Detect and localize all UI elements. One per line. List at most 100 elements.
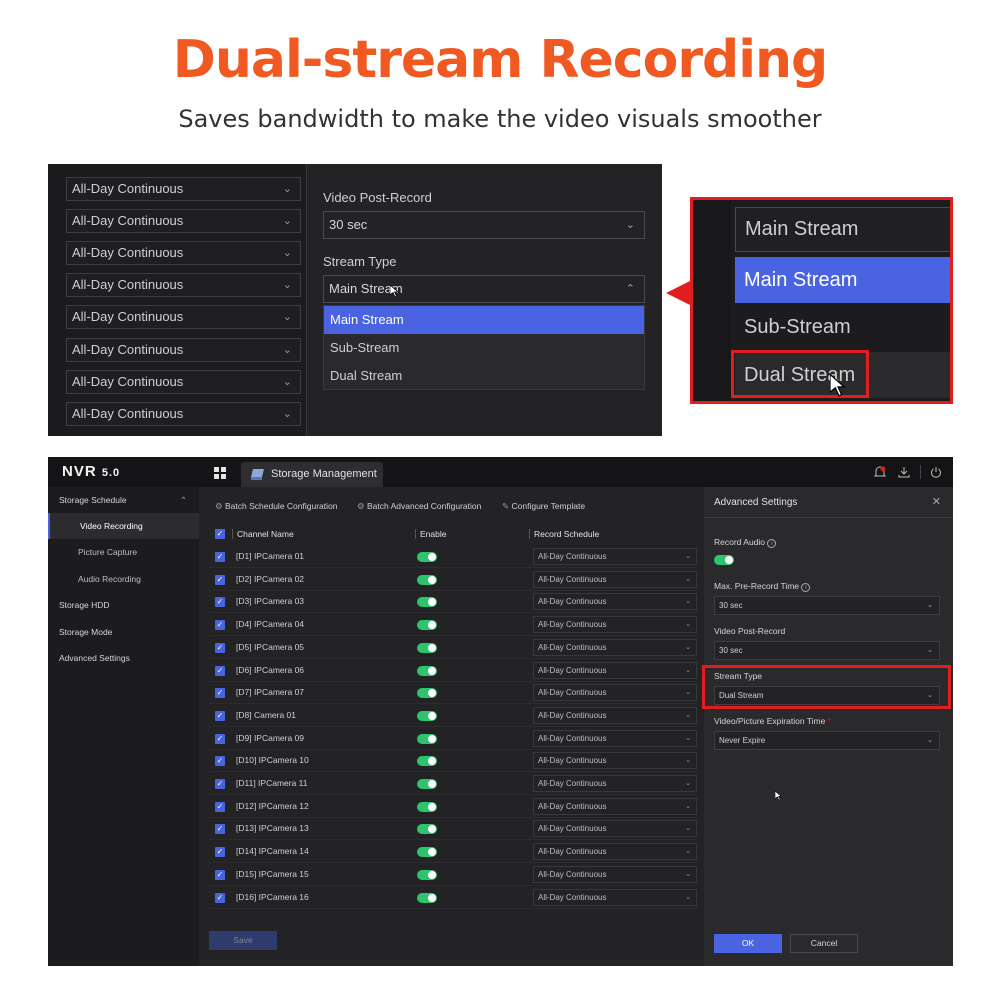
row-checkbox[interactable]: ✓ xyxy=(215,688,225,699)
schedule-select[interactable]: All-Day Continuous ⌄ xyxy=(66,305,301,329)
schedule-select[interactable]: All-Day Continuous ⌄ xyxy=(66,241,301,265)
download-icon[interactable] xyxy=(898,466,910,478)
chevron-down-icon: ⌄ xyxy=(685,711,691,719)
record-schedule-select[interactable]: All-Day Continuous ⌄ xyxy=(533,593,697,611)
option-dual-stream[interactable]: Dual Stream xyxy=(324,362,644,390)
record-audio-toggle[interactable] xyxy=(714,555,734,565)
schedule-select-value: All-Day Continuous xyxy=(72,181,184,196)
enable-toggle[interactable] xyxy=(417,756,437,767)
record-schedule-select[interactable]: All-Day Continuous ⌄ xyxy=(533,706,697,724)
select-all-checkbox[interactable]: ✓ xyxy=(215,529,225,539)
record-schedule-select[interactable]: All-Day Continuous ⌄ xyxy=(533,729,697,747)
enable-toggle[interactable] xyxy=(417,552,437,562)
row-checkbox[interactable]: ✓ xyxy=(215,597,225,608)
enable-toggle[interactable] xyxy=(417,574,437,585)
row-checkbox[interactable]: ✓ xyxy=(215,847,225,858)
row-checkbox[interactable]: ✓ xyxy=(215,756,225,767)
sidebar-item-storage-mode[interactable]: Storage Mode xyxy=(48,619,199,645)
option-main-stream[interactable]: Main Stream xyxy=(324,306,644,334)
enable-toggle[interactable] xyxy=(417,824,437,835)
row-checkbox[interactable]: ✓ xyxy=(215,779,225,789)
chevron-down-icon: ⌄ xyxy=(685,621,691,629)
post-record-value: 30 sec xyxy=(719,646,743,655)
sidebar-item-picture-capture[interactable]: Picture Capture xyxy=(48,539,199,565)
ok-button[interactable]: OK xyxy=(714,934,782,953)
cancel-button[interactable]: Cancel xyxy=(790,934,858,953)
batch-schedule-button[interactable]: ⚙ Batch Schedule Configuration xyxy=(215,501,337,512)
info-icon: i xyxy=(801,583,811,592)
record-schedule-select[interactable]: All-Day Continuous ⌄ xyxy=(533,820,697,838)
schedule-select[interactable]: All-Day Continuous ⌄ xyxy=(66,273,301,297)
row-checkbox[interactable]: ✓ xyxy=(215,552,225,562)
row-checkbox[interactable]: ✓ xyxy=(215,733,225,744)
record-schedule-select[interactable]: All-Day Continuous ⌄ xyxy=(533,775,697,792)
schedule-select[interactable]: All-Day Continuous ⌄ xyxy=(66,402,301,426)
record-schedule-select[interactable]: All-Day Continuous ⌄ xyxy=(533,548,697,565)
schedule-select-value: All-Day Continuous xyxy=(72,374,184,389)
row-checkbox[interactable]: ✓ xyxy=(215,824,225,835)
schedule-select[interactable]: All-Day Continuous ⌄ xyxy=(66,338,301,362)
enable-toggle[interactable] xyxy=(417,620,437,631)
record-schedule-value: All-Day Continuous xyxy=(538,574,607,584)
enable-toggle[interactable] xyxy=(417,642,437,653)
record-schedule-select[interactable]: All-Day Continuous ⌄ xyxy=(533,616,697,634)
row-checkbox[interactable]: ✓ xyxy=(215,665,225,676)
sidebar-item-audio-recording[interactable]: Audio Recording xyxy=(48,566,199,592)
max-pre-record-select[interactable]: 30 sec ⌄ xyxy=(714,596,940,615)
save-button[interactable]: Save xyxy=(209,931,277,950)
enable-toggle[interactable] xyxy=(417,779,437,789)
record-schedule-select[interactable]: All-Day Continuous ⌄ xyxy=(533,684,697,702)
record-schedule-select[interactable]: All-Day Continuous ⌄ xyxy=(533,843,697,861)
tab-storage-management[interactable]: Storage Management xyxy=(241,462,383,487)
enable-toggle[interactable] xyxy=(417,710,437,721)
row-checkbox[interactable]: ✓ xyxy=(215,710,225,721)
enable-toggle[interactable] xyxy=(417,847,437,858)
row-checkbox[interactable]: ✓ xyxy=(215,620,225,631)
zoom-select-box[interactable]: Main Stream xyxy=(735,207,950,252)
sidebar-item-video-recording[interactable]: Video Recording xyxy=(48,513,199,539)
enable-toggle[interactable] xyxy=(417,733,437,744)
enable-toggle[interactable] xyxy=(417,801,437,812)
record-schedule-select[interactable]: All-Day Continuous ⌄ xyxy=(533,570,697,588)
schedule-select[interactable]: All-Day Continuous ⌄ xyxy=(66,177,301,201)
chevron-down-icon: ⌄ xyxy=(685,643,691,651)
grid-menu-icon[interactable] xyxy=(214,467,226,479)
enable-toggle[interactable] xyxy=(417,665,437,676)
divider xyxy=(920,465,921,479)
record-schedule-select[interactable]: All-Day Continuous ⌄ xyxy=(533,661,697,679)
bell-icon[interactable] xyxy=(874,466,886,479)
expiration-select[interactable]: Never Expire ⌄ xyxy=(714,731,940,750)
option-sub-stream[interactable]: Sub-Stream xyxy=(324,334,644,362)
sidebar-item-advanced-settings[interactable]: Advanced Settings xyxy=(48,645,199,671)
row-checkbox[interactable]: ✓ xyxy=(215,892,225,903)
record-schedule-select[interactable]: All-Day Continuous ⌄ xyxy=(533,752,697,770)
enable-toggle[interactable] xyxy=(417,869,437,880)
row-checkbox[interactable]: ✓ xyxy=(215,869,225,880)
close-icon[interactable]: ✕ xyxy=(932,495,941,508)
row-checkbox[interactable]: ✓ xyxy=(215,574,225,585)
row-checkbox[interactable]: ✓ xyxy=(215,642,225,653)
sidebar-item-storage-hdd[interactable]: Storage HDD xyxy=(48,592,199,618)
logo-text: NVR xyxy=(62,463,97,480)
post-record-select[interactable]: 30 sec ⌄ xyxy=(323,211,645,239)
record-schedule-select[interactable]: All-Day Continuous ⌄ xyxy=(533,638,697,656)
zoom-option-sub-stream[interactable]: Sub-Stream xyxy=(735,304,950,350)
row-checkbox[interactable]: ✓ xyxy=(215,801,225,812)
post-record-select[interactable]: 30 sec ⌄ xyxy=(714,641,940,660)
power-icon[interactable] xyxy=(930,466,942,478)
record-schedule-select[interactable]: All-Day Continuous ⌄ xyxy=(533,888,697,906)
batch-advanced-button[interactable]: ⚙ Batch Advanced Configuration xyxy=(357,501,481,512)
table-row: ✓ [D1] IPCamera 01 All-Day Continuous ⌄ xyxy=(209,546,697,568)
configure-template-button[interactable]: ✎ Configure Template xyxy=(502,501,585,512)
enable-toggle[interactable] xyxy=(417,597,437,608)
stream-type-select[interactable]: Main Stream ⌃ xyxy=(323,275,645,303)
record-schedule-select[interactable]: All-Day Continuous ⌄ xyxy=(533,797,697,815)
enable-toggle[interactable] xyxy=(417,688,437,699)
record-schedule-select[interactable]: All-Day Continuous ⌄ xyxy=(533,865,697,883)
sidebar-group-storage-schedule[interactable]: Storage Schedule ⌃ xyxy=(48,487,199,513)
schedule-select[interactable]: All-Day Continuous ⌄ xyxy=(66,370,301,394)
enable-toggle[interactable] xyxy=(417,892,437,903)
chevron-down-icon: ⌄ xyxy=(282,183,292,195)
zoom-option-main-stream[interactable]: Main Stream xyxy=(735,257,950,303)
schedule-select[interactable]: All-Day Continuous ⌄ xyxy=(66,209,301,233)
